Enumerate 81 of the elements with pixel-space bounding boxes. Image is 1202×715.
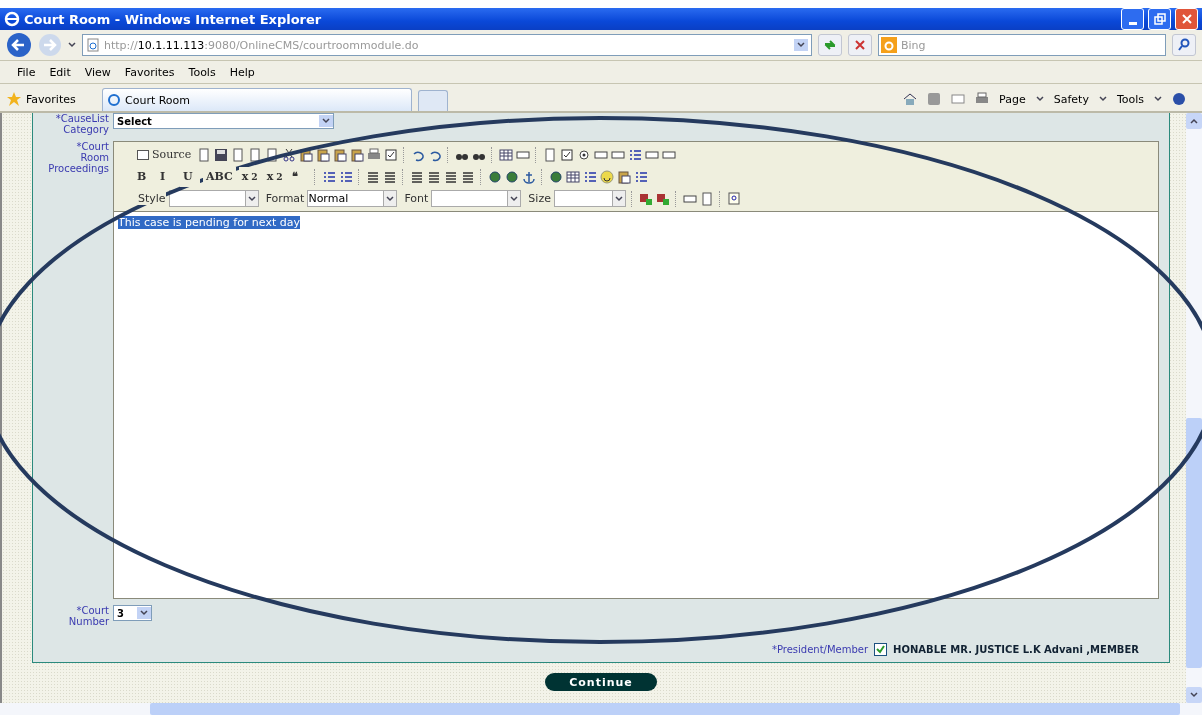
home-icon[interactable]	[903, 92, 918, 106]
browser-logo-icon	[107, 93, 121, 107]
causelist-select[interactable]: Select	[113, 113, 334, 129]
list-icon[interactable]	[338, 169, 353, 184]
printer-icon[interactable]	[975, 92, 990, 106]
restore-icon	[1153, 13, 1166, 25]
align-icon[interactable]	[426, 169, 441, 184]
field-label: *Court Number	[67, 605, 109, 627]
close-icon	[854, 39, 866, 51]
command-menu[interactable]: Safety	[1053, 92, 1089, 106]
document-icon	[137, 149, 149, 160]
menu-item[interactable]: Help	[222, 65, 262, 79]
table-icon[interactable]	[499, 147, 514, 162]
member-checkbox[interactable]	[874, 643, 888, 656]
menu-item[interactable]: View	[77, 65, 118, 79]
document-icon[interactable]	[248, 147, 263, 162]
align-icon[interactable]	[443, 169, 458, 184]
close-icon	[1180, 13, 1193, 25]
color-icon[interactable]	[655, 191, 670, 206]
editor-text: This case is pending for next day	[118, 216, 300, 229]
combo-box[interactable]	[168, 190, 259, 207]
stop-button[interactable]	[848, 34, 872, 56]
color-icon[interactable]	[638, 191, 653, 206]
list-icon[interactable]	[628, 147, 643, 162]
court-number-select[interactable]: 3	[113, 605, 152, 621]
align-icon[interactable]	[382, 169, 397, 184]
combo-label: Size	[528, 192, 551, 205]
scissors-icon[interactable]	[282, 147, 297, 162]
editor-text-area[interactable]: This case is pending for next day	[114, 212, 1158, 598]
combo-label: Style	[138, 192, 166, 205]
horizontal-scrollbar[interactable]	[0, 703, 1202, 715]
browser-tab[interactable]: Court Room	[102, 88, 412, 111]
command-menu[interactable]: Tools	[1116, 92, 1144, 106]
vertical-scrollbar[interactable]	[1186, 113, 1202, 703]
menu-item[interactable]: File	[10, 65, 43, 79]
align-icon[interactable]	[365, 169, 380, 184]
table-icon[interactable]	[565, 169, 580, 184]
search-icon	[1177, 38, 1191, 52]
list-icon[interactable]	[321, 169, 336, 184]
address-field[interactable]: http://10.1.11.113:9080/OnlineCMS/courtroommodule.do	[82, 34, 812, 56]
restore-button[interactable]	[1148, 8, 1171, 30]
field-label: *Court Room Proceedings	[47, 141, 109, 174]
printer-icon[interactable]	[367, 147, 382, 162]
field-label: *CauseList Category	[54, 113, 109, 135]
radio-button-icon[interactable]	[577, 147, 592, 162]
star-icon	[6, 91, 22, 107]
document-icon[interactable]	[265, 147, 280, 162]
checkbox-icon[interactable]	[384, 147, 399, 162]
anchor-icon[interactable]	[521, 169, 536, 184]
favorites-button[interactable]: Favorites	[6, 87, 96, 111]
browser-logo-icon	[4, 11, 20, 27]
align-icon[interactable]	[460, 169, 475, 184]
list-icon[interactable]	[582, 169, 597, 184]
combo-box[interactable]: Normal	[307, 190, 398, 207]
list-icon[interactable]	[633, 169, 648, 184]
smiley-icon[interactable]	[599, 169, 614, 184]
member-name: HONABLE MR. JUSTICE L.K Advani ,MEMBER	[893, 644, 1139, 655]
minimize-icon	[1128, 21, 1137, 25]
continue-button[interactable]: Continue	[545, 673, 657, 691]
page-icon	[86, 38, 100, 52]
search-button[interactable]	[1172, 34, 1196, 56]
window-title: Court Room - Windows Internet Explorer	[24, 11, 323, 27]
checkbox-icon[interactable]	[560, 147, 575, 162]
back-button[interactable]	[6, 32, 32, 58]
clipboard-icon[interactable]	[616, 169, 631, 184]
refresh-icon	[823, 38, 837, 52]
menu-item[interactable]: Tools	[181, 65, 223, 79]
align-icon[interactable]	[409, 169, 424, 184]
search-provider-icon	[881, 37, 897, 53]
command-menu[interactable]: Page	[999, 92, 1026, 106]
field-label: *President/Member	[771, 644, 869, 655]
clipboard-icon[interactable]	[333, 147, 348, 162]
clipboard-icon[interactable]	[350, 147, 365, 162]
menu-item[interactable]: Edit	[42, 65, 78, 79]
combo-label: Font	[404, 192, 429, 205]
refresh-button[interactable]	[818, 34, 842, 56]
minimize-button[interactable]	[1121, 8, 1144, 30]
menu-item[interactable]: Favorites	[117, 65, 182, 79]
combo-label: Format	[265, 192, 305, 205]
close-button[interactable]	[1175, 8, 1198, 30]
clipboard-icon[interactable]	[316, 147, 331, 162]
